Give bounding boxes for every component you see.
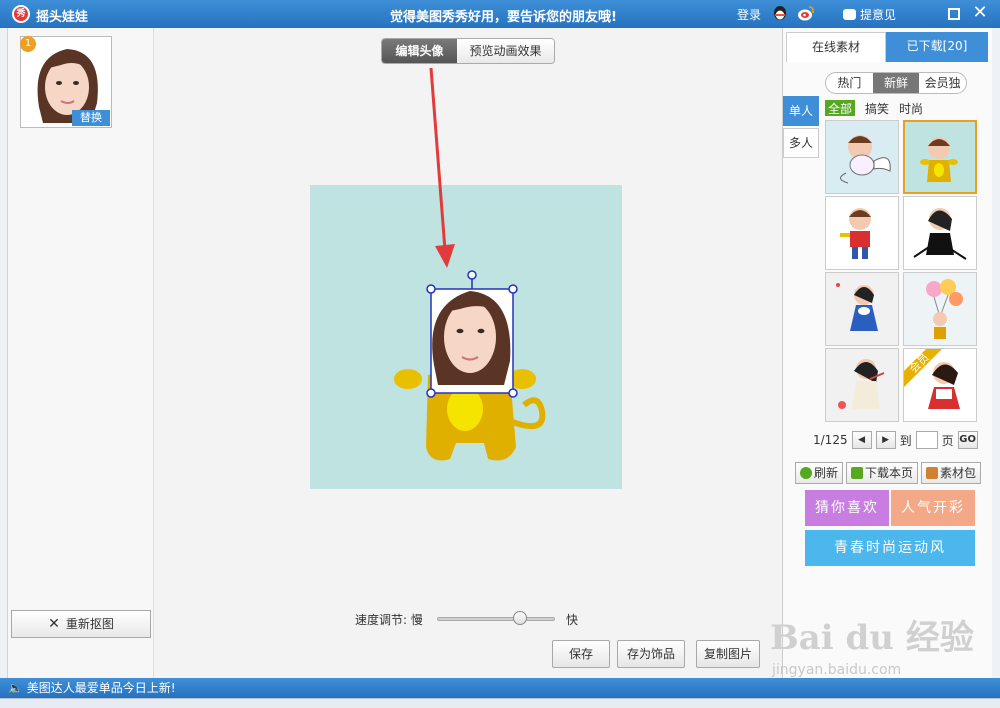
material-panel: 在线素材 已下载[20] 热门 新鲜 会员独享 单人 多人 全部 搞笑 时尚 bbox=[782, 28, 992, 678]
next-page-button[interactable]: ▶ bbox=[875, 431, 896, 449]
filter-tabs: 热门 新鲜 会员独享 bbox=[825, 72, 967, 94]
copy-image-button[interactable]: 复制图片 bbox=[696, 640, 760, 668]
material-item[interactable] bbox=[903, 196, 977, 270]
cross-icon: ✕ bbox=[48, 616, 60, 632]
tab-downloaded[interactable]: 已下载[20] bbox=[886, 32, 988, 62]
download-page-label: 下载本页 bbox=[865, 466, 914, 480]
recut-button[interactable]: ✕ 重新抠图 bbox=[11, 610, 151, 638]
window-edge-right bbox=[992, 28, 1000, 678]
material-item[interactable] bbox=[903, 272, 977, 346]
rotate-handle[interactable] bbox=[467, 270, 477, 280]
material-angel-baby bbox=[840, 135, 891, 184]
material-item[interactable]: 会员 bbox=[903, 348, 977, 422]
filter-hot[interactable]: 热门 bbox=[826, 73, 873, 93]
filter-member[interactable]: 会员独享 bbox=[919, 73, 966, 93]
app-logo-icon: 秀 bbox=[12, 5, 30, 23]
character-tail bbox=[508, 397, 546, 430]
pager: 1/125 ◀ ▶ 到 页 GO bbox=[813, 430, 978, 450]
banner-sport-style[interactable]: 青春时尚运动风 bbox=[805, 530, 975, 566]
app-window: 秀 摇头娃娃 觉得美图秀秀好用，要告诉您的朋友哦! 登录 提意见 ✕ 1 替换 … bbox=[0, 0, 1000, 708]
recut-label: 重新抠图 bbox=[65, 617, 114, 631]
head-left-eye bbox=[456, 328, 464, 334]
package-icon bbox=[926, 467, 939, 479]
chat-bubble-icon bbox=[843, 9, 856, 20]
speed-fast-label: 快 bbox=[566, 613, 579, 627]
material-item[interactable] bbox=[825, 272, 899, 346]
page-input[interactable] bbox=[915, 431, 938, 449]
material-dancer bbox=[913, 208, 967, 260]
feedback-button[interactable]: 提意见 bbox=[843, 6, 896, 23]
tab-online-material[interactable]: 在线素材 bbox=[786, 32, 886, 62]
minimize-icon[interactable] bbox=[948, 8, 960, 20]
mode-tabs: 编辑头像 预览动画效果 bbox=[381, 38, 555, 64]
material-tabs: 在线素材 已下载[20] bbox=[786, 32, 988, 62]
go-button[interactable]: GO bbox=[957, 431, 978, 449]
window-edge-left bbox=[0, 28, 8, 678]
sub-filters: 全部 搞笑 时尚 bbox=[825, 100, 923, 116]
resize-handle-tl[interactable] bbox=[426, 284, 436, 294]
material-item-selected[interactable] bbox=[903, 120, 977, 194]
tab-preview-animation[interactable]: 预览动画效果 bbox=[457, 39, 554, 63]
tab-edit-avatar[interactable]: 编辑头像 bbox=[382, 39, 457, 63]
subfilter-fashion[interactable]: 时尚 bbox=[899, 100, 923, 116]
subfilter-funny[interactable]: 搞笑 bbox=[865, 100, 889, 116]
refresh-icon bbox=[800, 467, 812, 479]
resize-handle-tr[interactable] bbox=[508, 284, 518, 294]
resize-handle-br[interactable] bbox=[508, 388, 518, 398]
save-button[interactable]: 保存 bbox=[552, 640, 610, 668]
speaker-icon: 🔈 bbox=[8, 681, 27, 695]
editor-area: 编辑头像 预览动画效果 速度调节: 慢 快 保存 存为饰品 复制图片 bbox=[155, 28, 782, 678]
refresh-button[interactable]: 刷新 bbox=[795, 462, 844, 484]
resize-handle-bl[interactable] bbox=[426, 388, 436, 398]
material-grid: 会员 bbox=[825, 120, 977, 422]
banner-guess-you-like[interactable]: 猜你喜欢 bbox=[805, 490, 889, 526]
side-tab-multi[interactable]: 多人 bbox=[783, 128, 819, 158]
material-blue-dress-girl bbox=[836, 283, 878, 331]
feedback-label: 提意见 bbox=[860, 8, 897, 22]
material-cream-dress-girl bbox=[838, 359, 885, 409]
package-label: 素材包 bbox=[940, 466, 977, 480]
taskbar bbox=[0, 698, 1000, 708]
character-left-arm bbox=[394, 369, 422, 389]
page-unit-label: 页 bbox=[941, 433, 954, 448]
material-monkey bbox=[920, 137, 958, 182]
app-title: 摇头娃娃 bbox=[36, 10, 89, 25]
weibo-icon[interactable] bbox=[797, 5, 815, 22]
material-balloon-girl bbox=[926, 279, 963, 339]
status-text[interactable]: 美图达人最爱单品今日上新! bbox=[27, 681, 176, 695]
material-item[interactable] bbox=[825, 196, 899, 270]
status-bar: 🔈 美图达人最爱单品今日上新! bbox=[0, 678, 1000, 698]
thumbnail-badge: 1 bbox=[20, 36, 36, 52]
download-page-button[interactable]: 下载本页 bbox=[846, 462, 919, 484]
save-as-accessory-button[interactable]: 存为饰品 bbox=[617, 640, 685, 668]
head-right-eye bbox=[477, 328, 485, 334]
material-package-button[interactable]: 素材包 bbox=[921, 462, 982, 484]
prev-page-button[interactable]: ◀ bbox=[851, 431, 872, 449]
bobblehead-character bbox=[394, 270, 546, 461]
login-link[interactable]: 登录 bbox=[737, 6, 761, 23]
qq-icon[interactable] bbox=[772, 5, 788, 22]
speed-slider-track[interactable] bbox=[437, 617, 555, 621]
goto-label: 到 bbox=[899, 433, 912, 448]
refresh-label: 刷新 bbox=[814, 466, 839, 480]
left-panel: 1 替换 ✕ 重新抠图 bbox=[8, 28, 154, 678]
subfilter-all[interactable]: 全部 bbox=[825, 100, 856, 116]
speed-label: 速度调节: 慢 bbox=[355, 613, 423, 627]
material-red-kid bbox=[840, 208, 871, 259]
filter-fresh[interactable]: 新鲜 bbox=[872, 73, 920, 93]
edit-canvas[interactable] bbox=[310, 185, 622, 489]
replace-button[interactable]: 替换 bbox=[72, 110, 110, 126]
side-tab-single[interactable]: 单人 bbox=[783, 96, 819, 126]
banner-popular[interactable]: 人气开彩 bbox=[891, 490, 975, 526]
title-bar: 秀 摇头娃娃 觉得美图秀秀好用，要告诉您的朋友哦! 登录 提意见 ✕ bbox=[0, 0, 1000, 28]
close-icon[interactable]: ✕ bbox=[970, 3, 990, 23]
material-item[interactable] bbox=[825, 120, 899, 194]
page-counter: 1/125 bbox=[813, 433, 848, 447]
download-icon bbox=[851, 467, 864, 479]
slogan: 觉得美图秀秀好用，要告诉您的朋友哦! bbox=[390, 10, 617, 25]
speed-slider-knob[interactable] bbox=[512, 611, 527, 625]
material-item[interactable] bbox=[825, 348, 899, 422]
material-actions: 刷新 下载本页 素材包 bbox=[795, 462, 983, 484]
head-face bbox=[444, 301, 496, 373]
